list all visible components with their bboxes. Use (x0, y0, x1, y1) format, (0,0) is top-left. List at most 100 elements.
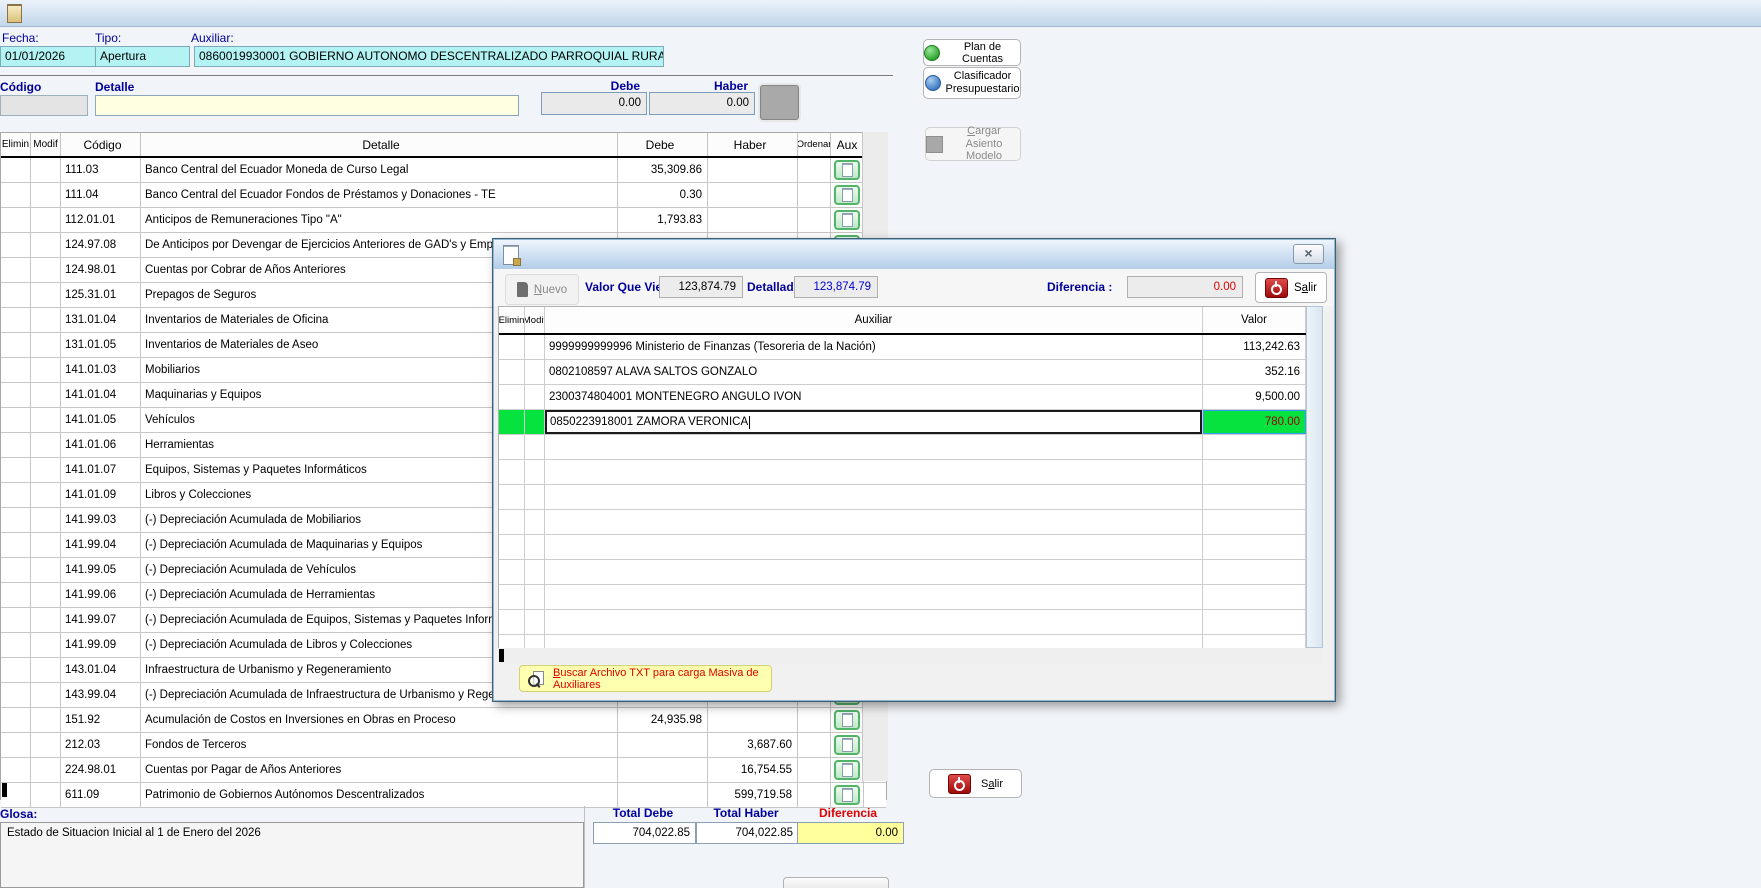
auxiliar-row-empty[interactable] (499, 610, 1306, 635)
blue-sphere-icon (925, 75, 941, 91)
fecha-input[interactable]: 01/01/2026 (0, 46, 98, 67)
cell-modif (31, 758, 61, 782)
table-row[interactable]: 111.03Banco Central del Ecuador Moneda d… (1, 158, 886, 183)
auxiliar-row-editing[interactable]: 0850223918001 ZAMORA VERONICA780.00 (499, 410, 1306, 435)
cell-elimin (499, 485, 525, 509)
clasificador-presupuestario-button[interactable]: Clasificador Presupuestario (923, 67, 1021, 99)
cell-detalle: Patrimonio de Gobiernos Autónomos Descen… (141, 783, 618, 807)
cell-auxiliar (545, 585, 1203, 609)
aux-button[interactable] (834, 710, 860, 730)
cell-elimin (1, 208, 31, 232)
auxiliar-row-empty[interactable] (499, 460, 1306, 485)
nuevo-button[interactable]: Nuevo (505, 274, 579, 305)
cell-elimin (499, 360, 525, 384)
col-modif: Modif (525, 307, 545, 333)
cell-auxiliar: 0802108597 ALAVA SALTOS GONZALO (545, 360, 1203, 384)
cell-ordenar (798, 733, 831, 757)
auxiliar-label: Auxiliar: (191, 31, 234, 45)
aux-button[interactable] (834, 785, 860, 805)
cell-aux (831, 708, 864, 732)
cell-modif (31, 233, 61, 257)
salir-modal-button[interactable]: Salir (1255, 272, 1327, 303)
cell-valor (1203, 585, 1306, 609)
application-window: Fecha: 01/01/2026 Tipo: Apertura Auxilia… (0, 0, 1761, 888)
auxiliares-table-rows: 9999999999996 Ministerio de Finanzas (Te… (499, 335, 1306, 660)
col-ordenar: Ordenar (798, 133, 831, 156)
auxiliar-row-empty[interactable] (499, 485, 1306, 510)
auxiliar-row-empty[interactable] (499, 560, 1306, 585)
partial-bottom-button[interactable] (783, 877, 889, 888)
cell-auxiliar (545, 560, 1203, 584)
table-row[interactable]: 611.09Patrimonio de Gobiernos Autónomos … (1, 783, 886, 808)
cell-auxiliar (545, 485, 1203, 509)
auxiliar-row[interactable]: 2300374804001 MONTENEGRO ANGULO IVON9,50… (499, 385, 1306, 410)
cell-elimin (1, 408, 31, 432)
aux-button[interactable] (834, 185, 860, 205)
table-row[interactable]: 111.04Banco Central del Ecuador Fondos d… (1, 183, 886, 208)
cell-elimin (1, 583, 31, 607)
codigo-input[interactable] (0, 95, 88, 116)
plan-de-cuentas-button[interactable]: Plan de Cuentas (923, 39, 1021, 66)
auxiliar-input[interactable]: 0860019930001 GOBIERNO AUTONOMO DESCENTR… (194, 46, 664, 67)
glosa-textarea[interactable]: Estado de Situacion Inicial al 1 de Ener… (0, 822, 584, 888)
haber-entry-field[interactable]: 0.00 (649, 92, 755, 115)
table-row[interactable]: 224.98.01Cuentas por Pagar de Años Anter… (1, 758, 886, 783)
auxiliar-row-empty[interactable] (499, 535, 1306, 560)
cell-haber (708, 708, 798, 732)
col-auxiliar: Auxiliar (545, 307, 1203, 333)
cell-codigo: 141.01.09 (61, 483, 141, 507)
dialog-horizontal-scrollbar[interactable] (498, 648, 1323, 664)
cell-codigo: 141.99.03 (61, 508, 141, 532)
cell-detalle: Banco Central del Ecuador Fondos de Prés… (141, 183, 618, 207)
cell-ordenar (798, 708, 831, 732)
salir-button[interactable]: Salir (929, 769, 1022, 798)
clasificador-label: Clasificador Presupuestario (946, 70, 1020, 95)
cargar-asiento-modelo-button[interactable]: Cargar Asiento Modelo (925, 127, 1021, 161)
cell-debe: 35,309.86 (618, 158, 708, 182)
aux-button[interactable] (834, 760, 860, 780)
table-row[interactable]: 112.01.01Anticipos de Remuneraciones Tip… (1, 208, 886, 233)
document-icon (842, 163, 853, 177)
dialog-titlebar[interactable]: × (494, 240, 1334, 270)
cell-modif (31, 208, 61, 232)
auxiliar-row[interactable]: 0802108597 ALAVA SALTOS GONZALO352.16 (499, 360, 1306, 385)
cell-detalle: Fondos de Terceros (141, 733, 618, 757)
auxiliar-row-empty[interactable] (499, 510, 1306, 535)
cell-aux (831, 208, 864, 232)
cargar-asiento-label: Cargar Asiento Modelo (948, 125, 1020, 163)
col-detalle: Detalle (141, 133, 618, 156)
cell-modif (525, 360, 545, 384)
dialog-vertical-scrollbar[interactable] (1306, 306, 1323, 648)
nuevo-label: Nuevo (534, 284, 567, 296)
aux-button[interactable] (834, 735, 860, 755)
text-cursor (499, 649, 504, 662)
auxiliar-row-empty[interactable] (499, 435, 1306, 460)
cell-ordenar (798, 758, 831, 782)
tipo-input[interactable]: Apertura (95, 46, 190, 67)
cell-ordenar (798, 158, 831, 182)
diferencia-modal-label: Diferencia : (1047, 280, 1112, 294)
auxiliar-edit-input[interactable]: 0850223918001 ZAMORA VERONICA (545, 410, 1202, 434)
detalle-input[interactable] (95, 95, 519, 116)
aux-button[interactable] (834, 160, 860, 180)
total-debe-label: Total Debe (595, 806, 691, 820)
col-valor: Valor (1203, 307, 1306, 333)
table-row[interactable]: 151.92Acumulación de Costos en Inversion… (1, 708, 886, 733)
cell-haber (708, 183, 798, 207)
cell-auxiliar[interactable]: 0850223918001 ZAMORA VERONICA (545, 410, 1203, 434)
debe-entry-field[interactable]: 0.00 (541, 92, 647, 115)
buscar-archivo-txt-button[interactable]: Buscar Archivo TXT para carga Masiva de … (519, 665, 772, 692)
auxiliar-row[interactable]: 9999999999996 Ministerio de Finanzas (Te… (499, 335, 1306, 360)
power-icon (1265, 278, 1288, 298)
cell-modif (31, 358, 61, 382)
close-icon[interactable]: × (1293, 244, 1324, 264)
cell-auxiliar (545, 510, 1203, 534)
add-entry-button[interactable] (760, 85, 799, 120)
table-row[interactable]: 212.03Fondos de Terceros3,687.60 (1, 733, 886, 758)
cell-auxiliar (545, 460, 1203, 484)
auxiliar-row-empty[interactable] (499, 585, 1306, 610)
cell-modif (31, 158, 61, 182)
aux-button[interactable] (834, 210, 860, 230)
fecha-label: Fecha: (2, 31, 39, 45)
search-file-icon (528, 671, 545, 687)
